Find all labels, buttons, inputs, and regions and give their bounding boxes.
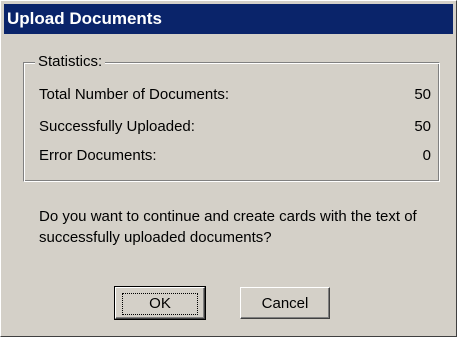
stat-value-uploaded: 50 (414, 118, 431, 135)
stat-label-total: Total Number of Documents: (39, 86, 230, 103)
statistics-group-label: Statistics: (35, 53, 106, 71)
stat-row-uploaded: Successfully Uploaded: 50 (39, 117, 431, 137)
stat-label-uploaded: Successfully Uploaded: (39, 118, 195, 135)
ok-button[interactable]: OK (114, 286, 206, 320)
ok-button-label: OK (122, 292, 198, 315)
cancel-button[interactable]: Cancel (240, 287, 330, 319)
stat-value-total: 50 (414, 86, 431, 103)
stat-label-errors: Error Documents: (39, 147, 157, 164)
stat-value-errors: 0 (422, 147, 431, 164)
stat-row-total: Total Number of Documents: 50 (39, 85, 431, 105)
confirmation-message: Do you want to continue and create cards… (39, 208, 417, 246)
dialog-title: Upload Documents (4, 4, 453, 34)
upload-documents-dialog: Upload Documents Statistics: Total Numbe… (0, 0, 457, 337)
stat-row-errors: Error Documents: 0 (39, 146, 431, 166)
